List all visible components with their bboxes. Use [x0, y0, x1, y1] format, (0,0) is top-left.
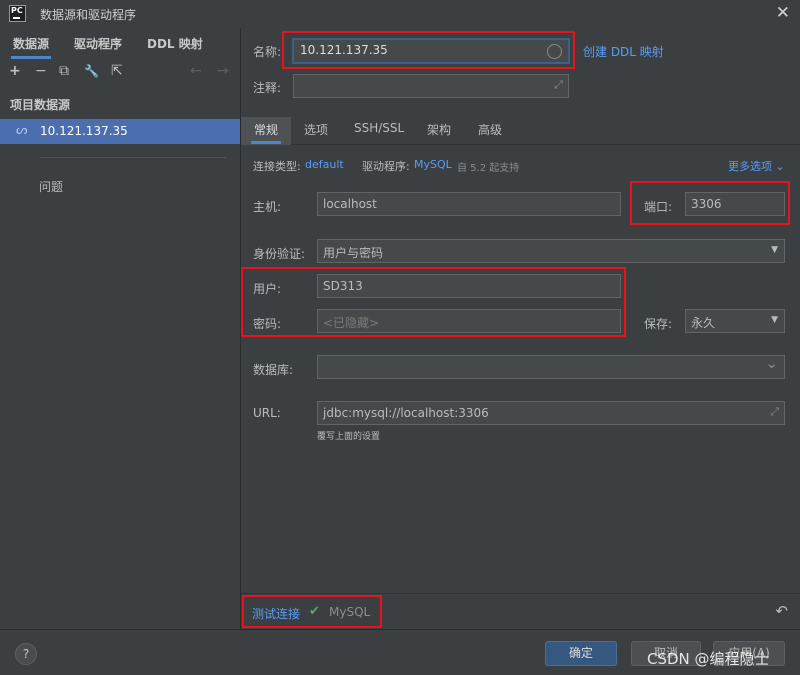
datasource-item[interactable]: ᔕ 10.121.137.35: [0, 119, 240, 144]
datasource-item-label: 10.121.137.35: [40, 124, 128, 138]
pycharm-logo-icon: PC: [9, 5, 26, 22]
left-toolbar: + − ⧉ 🔧 ⇱ ← →: [0, 60, 240, 84]
expand-icon[interactable]: ⤢: [554, 78, 563, 92]
expand-icon[interactable]: ⤢: [770, 405, 779, 419]
tab-schemas[interactable]: 架构: [427, 121, 451, 138]
csdn-watermark: CSDN @编程隐士: [647, 650, 770, 668]
help-button[interactable]: ?: [15, 643, 37, 665]
tab-advanced[interactable]: 高级: [478, 121, 502, 138]
tab-data-sources[interactable]: 数据源: [10, 35, 52, 59]
copy-icon[interactable]: ⧉: [59, 62, 69, 80]
url-value: jdbc:mysql://localhost:3306: [323, 406, 489, 420]
clear-circle-icon[interactable]: [547, 44, 562, 59]
user-label: 用户:: [253, 282, 282, 296]
dialog-button-bar: ? 确定 取消 应用(A) CSDN @编程隐士: [0, 629, 800, 675]
auth-label: 身份验证:: [253, 247, 306, 261]
add-icon[interactable]: +: [9, 62, 21, 80]
remove-icon[interactable]: −: [35, 62, 47, 80]
driver-support-text: 自 5.2 起支持: [457, 163, 520, 174]
connection-type-link[interactable]: default: [305, 158, 344, 171]
database-label: 数据库:: [253, 363, 294, 377]
test-connection-bar: 测试连接 ✔ MySQL ↶: [241, 593, 800, 629]
window-title: 数据源和驱动程序: [40, 8, 137, 22]
host-input[interactable]: localhost: [317, 192, 621, 216]
export-icon[interactable]: ⇱: [111, 62, 123, 80]
url-input[interactable]: jdbc:mysql://localhost:3306 ⤢: [317, 401, 785, 425]
connection-type-label: 连接类型:: [253, 160, 301, 173]
name-value: 10.121.137.35: [300, 43, 388, 57]
tab-options[interactable]: 选项: [304, 121, 328, 138]
tab-drivers[interactable]: 驱动程序: [74, 35, 122, 52]
back-arrow-icon[interactable]: ←: [190, 62, 202, 80]
host-label: 主机:: [253, 200, 282, 214]
save-select[interactable]: 永久: [685, 309, 785, 333]
auth-select[interactable]: 用户与密码: [317, 239, 785, 263]
url-hint: 覆写上面的设置: [317, 432, 381, 442]
problems-item[interactable]: 问题: [39, 178, 63, 195]
tab-general[interactable]: 常规: [250, 121, 282, 144]
test-connection-link[interactable]: 测试连接: [252, 605, 300, 622]
wrench-icon[interactable]: 🔧: [84, 62, 99, 80]
name-label: 名称:: [253, 45, 282, 59]
name-input[interactable]: 10.121.137.35: [292, 38, 570, 64]
ok-button[interactable]: 确定: [545, 641, 617, 666]
user-input[interactable]: SD313: [317, 274, 621, 298]
comment-input[interactable]: ⤢: [293, 74, 569, 98]
create-ddl-mapping-link[interactable]: 创建 DDL 映射: [583, 43, 664, 60]
test-result-db: MySQL: [329, 605, 371, 619]
driver-label: 驱动程序:: [362, 160, 410, 173]
database-select[interactable]: [317, 355, 785, 379]
settings-tabs: 常规 选项 SSH/SSL 架构 高级: [241, 117, 800, 145]
project-datasources-heading: 项目数据源: [10, 98, 71, 112]
save-label: 保存:: [644, 317, 673, 331]
tab-ddl-mappings[interactable]: DDL 映射: [147, 35, 203, 52]
separator: [40, 157, 226, 158]
left-panel: 数据源 驱动程序 DDL 映射 + − ⧉ 🔧 ⇱ ← → 项目数据源 ᔕ 10…: [0, 28, 241, 629]
left-tabs: 数据源 驱动程序 DDL 映射: [0, 28, 240, 59]
more-options-link[interactable]: 更多选项 ⌄: [728, 158, 785, 174]
tab-ssh-ssl[interactable]: SSH/SSL: [354, 121, 404, 135]
port-input[interactable]: 3306: [685, 192, 785, 216]
mysql-dolphin-icon: ᔕ: [16, 123, 28, 138]
revert-icon[interactable]: ↶: [775, 602, 788, 620]
url-label: URL:: [253, 406, 281, 420]
password-input[interactable]: <已隐藏>: [317, 309, 621, 333]
forward-arrow-icon[interactable]: →: [217, 62, 229, 80]
title-bar: PC 数据源和驱动程序 ✕: [0, 0, 800, 28]
success-check-icon: ✔: [309, 604, 320, 619]
driver-link[interactable]: MySQL: [414, 158, 452, 171]
port-label: 端口:: [644, 200, 673, 214]
comment-label: 注释:: [253, 81, 282, 95]
close-icon[interactable]: ✕: [776, 3, 790, 23]
datasource-settings-panel: 名称: 10.121.137.35 创建 DDL 映射 注释: ⤢ 常规 选项 …: [241, 28, 800, 629]
password-label: 密码:: [253, 317, 282, 331]
